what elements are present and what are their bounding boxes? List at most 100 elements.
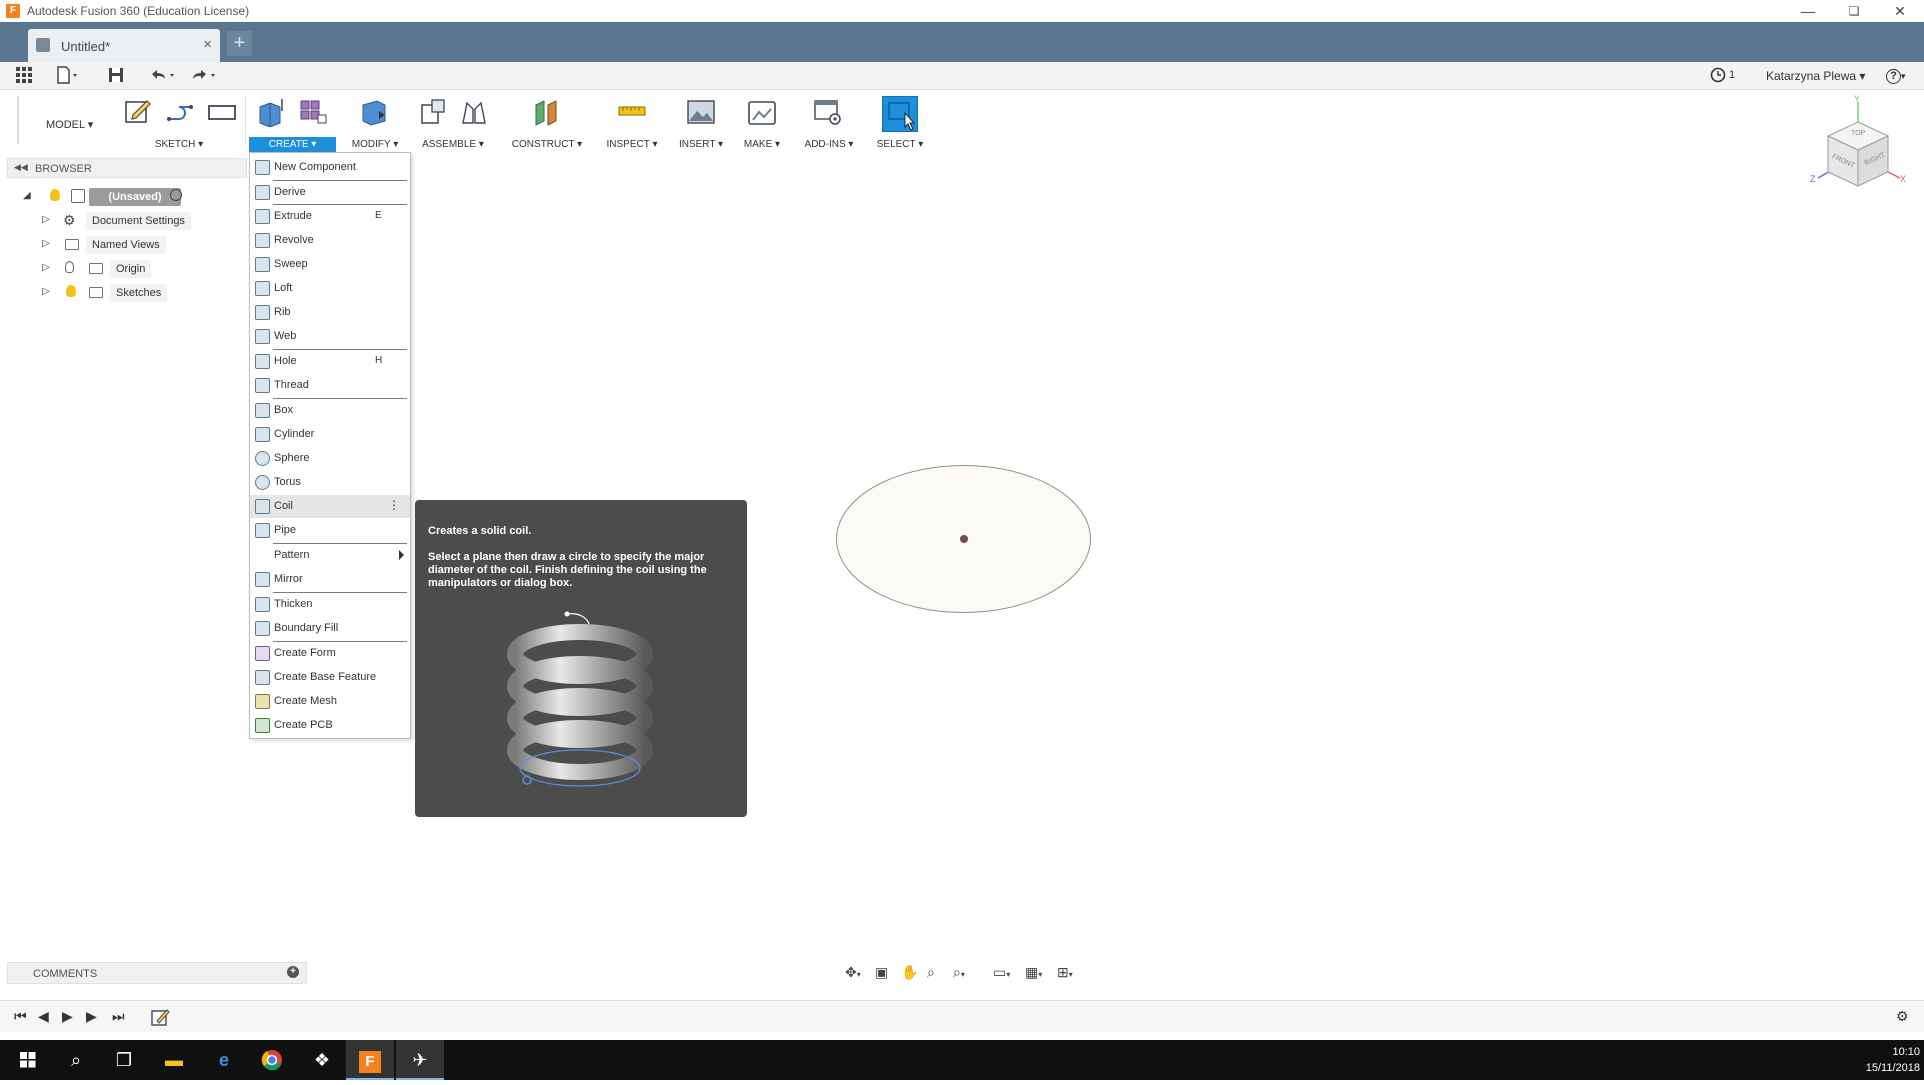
task-view-icon[interactable]: ❐ (100, 1040, 148, 1080)
expand-arrow-icon[interactable]: ▷ (42, 286, 50, 297)
file-explorer-icon[interactable]: ▬ (150, 1040, 198, 1080)
close-tab-icon[interactable]: × (203, 36, 212, 53)
create-group[interactable]: CREATE ▾ (249, 90, 336, 152)
menu-item-create-form[interactable]: Create Form (250, 642, 410, 665)
step-forward-icon[interactable]: ▶ (86, 1008, 97, 1025)
go-to-start-icon[interactable]: ⏮ (14, 1008, 27, 1025)
inspect-menu[interactable]: INSPECT ▾ (600, 139, 664, 150)
insert-menu[interactable]: INSERT ▾ (675, 139, 727, 150)
menu-item-coil[interactable]: Coil ⋮ (250, 495, 410, 518)
menu-item-rib[interactable]: Rib (250, 301, 410, 324)
hidden-bulb-icon[interactable] (65, 261, 74, 273)
document-tab[interactable]: Untitled* × (28, 29, 220, 62)
menu-item-boundary-fill[interactable]: Boundary Fill (250, 617, 410, 640)
line-icon[interactable] (165, 97, 195, 127)
new-component-toolbar-icon[interactable] (418, 97, 448, 127)
inspect-group[interactable]: INSPECT ▾ (600, 90, 664, 152)
look-at-icon[interactable]: ▣ (875, 964, 888, 981)
help-menu[interactable]: ? ▾ (1886, 66, 1906, 84)
more-options-icon[interactable]: ⋮ (388, 498, 400, 512)
menu-item-create-mesh[interactable]: Create Mesh (250, 690, 410, 713)
create-sketch-icon[interactable] (123, 97, 153, 127)
workspace-switcher[interactable]: MODEL ▾ (17, 96, 107, 144)
menu-item-thread[interactable]: Thread (250, 374, 410, 397)
undo-icon[interactable] (148, 66, 178, 86)
add-comment-icon[interactable]: + (287, 966, 299, 978)
create-menu-button[interactable]: CREATE ▾ (249, 137, 336, 152)
sketch-menu[interactable]: SKETCH ▾ (118, 139, 240, 150)
menu-item-loft[interactable]: Loft (250, 277, 410, 300)
orbit-icon[interactable]: ✥▾ (845, 964, 861, 981)
addins-group[interactable]: ADD-INS ▾ (799, 90, 859, 152)
insert-canvas-icon[interactable] (686, 97, 716, 127)
minimize-button[interactable]: — (1785, 0, 1831, 22)
redo-icon[interactable] (190, 66, 220, 86)
select-group[interactable]: SELECT ▾ (870, 90, 930, 152)
rectangle-icon[interactable] (207, 97, 237, 127)
new-tab-button[interactable]: + (227, 31, 252, 56)
offset-plane-icon[interactable] (532, 97, 562, 127)
menu-item-mirror[interactable]: Mirror (250, 568, 410, 591)
chrome-icon[interactable] (248, 1040, 296, 1080)
search-icon[interactable]: ⌕ (52, 1040, 100, 1080)
timeline-settings-gear-icon[interactable]: ⚙ (1896, 1008, 1909, 1025)
fit-zoom-icon[interactable]: ⌕▾ (953, 964, 965, 981)
fusion-taskbar-icon[interactable]: F (346, 1040, 394, 1080)
app-launcher-icon[interactable]: ❖ (298, 1040, 346, 1080)
menu-item-revolve[interactable]: Revolve (250, 229, 410, 252)
file-menu-icon[interactable] (56, 66, 80, 86)
browser-item-named-views[interactable]: ▷ Named Views (40, 235, 240, 255)
expand-arrow-icon[interactable]: ▷ (42, 262, 50, 273)
close-window-button[interactable]: ✕ (1877, 0, 1923, 22)
extrude-toolbar-icon[interactable] (256, 97, 286, 127)
timeline-sketch-icon[interactable] (150, 1006, 172, 1031)
3d-print-icon[interactable] (747, 97, 777, 127)
menu-item-cylinder[interactable]: Cylinder (250, 423, 410, 446)
addins-menu[interactable]: ADD-INS ▾ (799, 139, 859, 150)
go-to-end-icon[interactable]: ⏭ (112, 1008, 125, 1025)
menu-item-new-component[interactable]: New Component (250, 156, 410, 179)
display-settings-icon[interactable]: ▭▾ (993, 964, 1010, 981)
data-panel-grid-icon[interactable] (16, 66, 34, 86)
viewports-icon[interactable]: ⊞▾ (1057, 964, 1073, 981)
expand-arrow-icon[interactable]: ▷ (42, 238, 50, 249)
construct-menu[interactable]: CONSTRUCT ▾ (508, 139, 586, 150)
visibility-bulb-icon[interactable] (66, 285, 76, 297)
comments-panel[interactable]: COMMENTS + (7, 962, 307, 984)
browser-item-document-settings[interactable]: ▷ ⚙ Document Settings (40, 211, 240, 231)
menu-item-hole[interactable]: Hole H (250, 350, 410, 373)
menu-item-extrude[interactable]: Extrude E (250, 205, 410, 228)
visibility-bulb-icon[interactable] (50, 189, 60, 201)
menu-item-derive[interactable]: Derive (250, 181, 410, 204)
menu-item-pipe[interactable]: Pipe (250, 519, 410, 542)
measure-icon[interactable] (617, 97, 647, 127)
modify-menu[interactable]: MODIFY ▾ (345, 139, 405, 150)
system-clock[interactable]: 10:10 15/11/2018 (1848, 1044, 1920, 1076)
menu-item-torus[interactable]: Torus (250, 471, 410, 494)
select-menu[interactable]: SELECT ▾ (870, 139, 930, 150)
press-pull-icon[interactable] (359, 97, 389, 127)
app-taskbar-icon[interactable]: ✈ (396, 1040, 444, 1080)
play-icon[interactable]: ▶ (62, 1008, 73, 1025)
joint-icon[interactable] (459, 97, 489, 127)
browser-item-sketches[interactable]: ▷ Sketches (40, 283, 240, 303)
grid-settings-icon[interactable]: ▦▾ (1025, 964, 1042, 981)
browser-item-origin[interactable]: ▷ Origin (40, 259, 240, 279)
make-menu[interactable]: MAKE ▾ (735, 139, 789, 150)
restore-button[interactable]: ❏ (1831, 0, 1877, 22)
expand-arrow-icon[interactable]: ▷ (42, 214, 50, 225)
scripts-addins-icon[interactable] (813, 97, 843, 127)
job-status-clock-icon[interactable] (1710, 67, 1726, 83)
sketch-group[interactable]: SKETCH ▾ (118, 90, 240, 152)
insert-group[interactable]: INSERT ▾ (675, 90, 727, 152)
select-tool-button[interactable] (882, 96, 918, 132)
construct-group[interactable]: CONSTRUCT ▾ (508, 90, 586, 152)
menu-item-pattern[interactable]: Pattern (250, 544, 410, 567)
activate-radio-icon[interactable] (170, 189, 182, 201)
step-back-icon[interactable]: ◀ (38, 1008, 49, 1025)
menu-item-thicken[interactable]: Thicken (250, 593, 410, 616)
windows-start-icon[interactable] (4, 1040, 52, 1080)
expand-triangle-icon[interactable]: ◢ (23, 190, 31, 201)
modify-group[interactable]: MODIFY ▾ (345, 90, 405, 152)
menu-item-web[interactable]: Web (250, 325, 410, 348)
